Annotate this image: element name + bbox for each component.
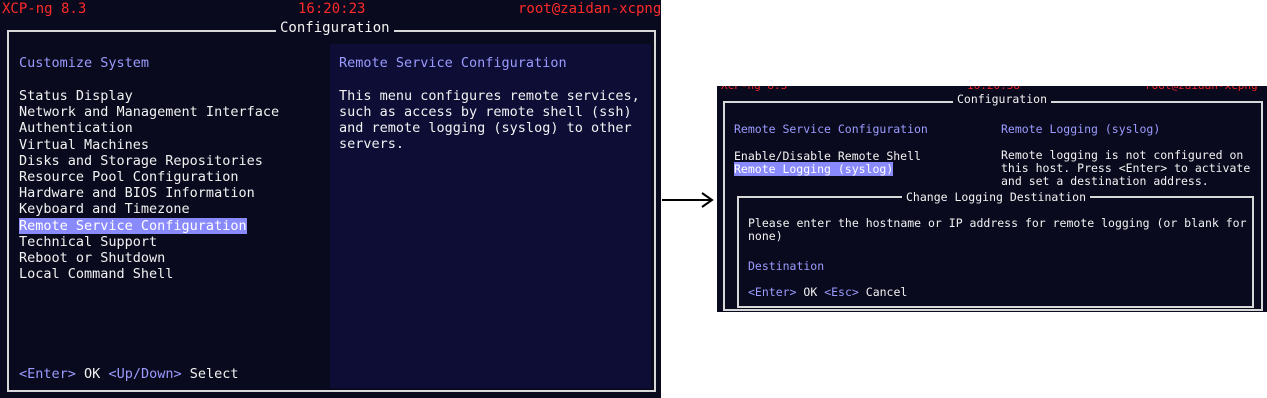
header-host-cropped: root@zaidan-xcpng [1145,86,1258,92]
frame-title: Configuration [276,20,394,36]
menu-list: Status Display Network and Management In… [19,88,279,282]
dialog-footer-keys: <Enter> OK <Esc> Cancel [748,285,907,299]
menu-item-keyboard-timezone[interactable]: Keyboard and Timezone [19,201,279,217]
esc-key-hint[interactable]: <Esc> [824,285,859,299]
menu-item-disks-storage[interactable]: Disks and Storage Repositories [19,153,279,169]
description-line: such as access by remote shell (ssh) [339,104,632,120]
menu-item-network[interactable]: Network and Management Interface [19,104,279,120]
dialog-title: Change Logging Destination [902,190,1091,204]
description-title: Remote Service Configuration [339,55,567,71]
menu-item-enable-remote-shell[interactable]: Enable/Disable Remote Shell [734,149,921,163]
description-line: and set a destination address. [1001,174,1209,188]
enter-action: OK [84,366,101,382]
description-text: This menu configures remote services, su… [339,88,640,152]
enter-key-hint[interactable]: <Enter> [748,285,796,299]
cancel-action: Cancel [865,285,908,299]
menu-item-technical-support[interactable]: Technical Support [19,234,279,250]
menu-item-local-shell[interactable]: Local Command Shell [19,266,279,282]
menu-item-resource-pool[interactable]: Resource Pool Configuration [19,169,279,185]
arrow-right-icon [662,192,714,208]
destination-field-label[interactable]: Destination [748,259,824,273]
dialog-prompt: Please enter the hostname or IP address … [748,217,1247,243]
menu-item-authentication[interactable]: Authentication [19,120,279,136]
header-host: root@zaidan-xcpng [518,1,661,17]
menu-item-status-display[interactable]: Status Display [19,88,279,104]
menu-title: Customize System [19,55,150,71]
header-cropped: XCP-ng 8.3 [721,86,787,92]
menu-item-remote-logging[interactable]: Remote Logging (syslog) [734,162,894,176]
description-line: and remote logging (syslog) to other [339,120,632,136]
description-text: Remote logging is not configured on this… [1001,149,1250,188]
description-line: This menu configures remote services, [339,88,640,104]
menu-item-virtual-machines[interactable]: Virtual Machines [19,137,279,153]
dialog-prompt-line: none) [748,229,783,243]
menu-title: Remote Service Configuration [734,122,928,136]
header-product: XCP-ng 8.3 [2,1,87,17]
right-terminal-screen: XCP-ng 8.3 16:20:38 root@zaidan-xcpng Co… [717,86,1267,312]
dialog-prompt-line: Please enter the hostname or IP address … [748,216,1247,230]
menu-item-reboot-shutdown[interactable]: Reboot or Shutdown [19,250,279,266]
menu-item-hardware-bios[interactable]: Hardware and BIOS Information [19,185,279,201]
header-time: 16:20:23 [298,1,366,17]
menu-item-remote-service[interactable]: Remote Service Configuration [19,217,247,234]
footer-keys: <Enter> OK <Up/Down> Select [19,366,239,382]
left-terminal-screen: XCP-ng 8.3 16:20:23 root@zaidan-xcpng Co… [0,0,661,398]
enter-key-hint[interactable]: <Enter> [19,366,76,382]
ok-action: OK [803,285,818,299]
frame-title: Configuration [953,92,1052,106]
description-line: servers. [339,136,405,152]
select-action: Select [189,366,239,382]
updown-key-hint[interactable]: <Up/Down> [108,366,181,382]
description-title: Remote Logging (syslog) [1001,122,1161,136]
